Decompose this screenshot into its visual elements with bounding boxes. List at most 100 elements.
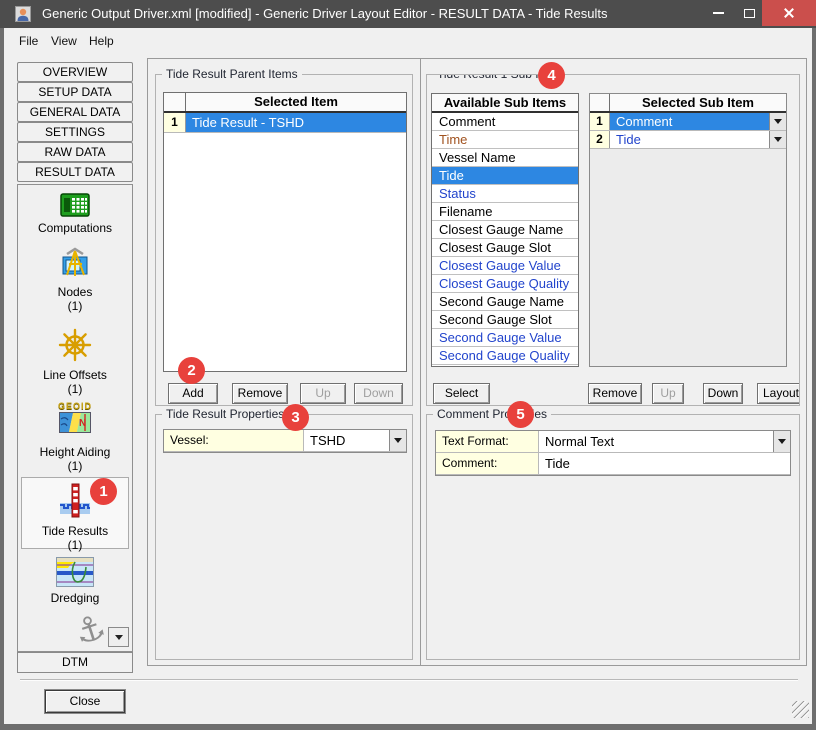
footer-divider [20,679,798,681]
group-parent-properties: Tide Result Properties Vessel: TSHD [155,414,413,660]
text-format-label: Text Format: [436,431,539,452]
available-item[interactable]: Vessel Name [432,149,578,167]
app-icon [15,6,31,22]
available-item[interactable]: Second Gauge Slot [432,311,578,329]
text-format-combobox[interactable]: Normal Text [539,431,790,452]
add-button[interactable]: Add [168,383,218,404]
comment-value: Tide [539,453,790,474]
close-window-button[interactable] [762,0,816,26]
available-item[interactable]: Second Gauge Name [432,293,578,311]
menu-bar: File View Help [4,28,812,54]
selected-item-header: Selected Item [186,93,406,111]
down-sub-button[interactable]: Down [703,383,743,404]
available-item[interactable]: Comment [432,113,578,131]
calculator-icon [60,193,90,217]
vessel-label: Vessel: [164,430,304,451]
menu-file[interactable]: File [14,32,43,50]
available-item[interactable]: Closest Gauge Slot [432,239,578,257]
sub-item-dropdown-button[interactable] [769,131,786,148]
nav-settings[interactable]: SETTINGS [17,122,133,142]
available-sub-items-header: Available Sub Items [432,94,578,113]
sidebar-item-count: (1) [18,382,132,396]
svg-text:N: N [79,418,86,429]
row-number-header [164,93,186,111]
available-item[interactable]: Filename [432,203,578,221]
property-row: Text Format: Normal Text [436,431,790,453]
annotation-circle-1: 1 [90,478,117,505]
menu-help[interactable]: Help [84,32,119,50]
available-item-selected[interactable]: Tide [432,167,578,185]
parent-properties-grid: Vessel: TSHD [163,429,407,453]
maximize-icon [744,9,755,18]
nav-overview[interactable]: OVERVIEW [17,62,133,82]
row-number: 2 [590,131,610,148]
nav-general-data[interactable]: GENERAL DATA [17,102,133,122]
layout-button[interactable]: Layout [757,383,800,404]
annotation-circle-5: 5 [507,401,534,428]
select-button[interactable]: Select [433,383,490,404]
sub-item-row[interactable]: 2 Tide [590,131,786,149]
sidebar-scroll-down-button[interactable] [108,627,129,647]
menu-view[interactable]: View [46,32,82,50]
available-item[interactable]: Status [432,185,578,203]
comment-field[interactable]: Tide [539,453,790,474]
sidebar-item-label: Computations [18,221,132,235]
sidebar-item-label: Line Offsets [18,368,132,382]
available-item[interactable]: Closest Gauge Value [432,257,578,275]
available-sub-items-list: Available Sub Items Comment Time Vessel … [431,93,579,367]
row-number: 1 [164,113,186,132]
nav-raw-data[interactable]: RAW DATA [17,142,133,162]
sub-item-value: Tide [610,131,769,148]
nav-result-data[interactable]: RESULT DATA [17,162,133,182]
maximize-button[interactable] [736,0,762,26]
resize-grip[interactable] [792,701,809,718]
available-item[interactable]: Second Gauge Value [432,329,578,347]
group-title: Tide Result Properties [162,407,288,421]
annotation-circle-3: 3 [282,404,309,431]
chevron-down-icon [774,137,782,146]
window-title: Generic Output Driver.xml [modified] - G… [42,0,607,28]
chevron-down-icon [394,438,402,447]
parent-items-table: Selected Item 1 Tide Result - TSHD [163,92,407,372]
result-data-category-list: Computations Nodes (1) Line [17,184,133,652]
vessel-combobox[interactable]: TSHD [304,430,406,451]
sidebar-item-count: (1) [18,299,132,313]
remove-sub-button[interactable]: Remove [588,383,642,404]
minimize-button[interactable] [700,0,736,26]
down-button[interactable]: Down [354,383,403,404]
close-icon [783,7,795,19]
row-number-header [590,94,610,111]
selected-sub-item-table: Selected Sub Item 1 Comment 2 Tide [589,93,787,367]
table-header-row: Selected Sub Item [590,94,786,113]
comment-properties-grid: Text Format: Normal Text Comment: Tide [435,430,791,476]
sub-item-dropdown-button[interactable] [769,113,786,130]
chevron-down-icon [774,119,782,128]
parent-item-value: Tide Result - TSHD [186,113,406,132]
group-comment-properties: Comment Properties Text Format: Normal T… [426,414,800,660]
sidebar-item-label: Dredging [18,591,132,605]
sidebar-item-dtm[interactable]: DTM [17,652,133,673]
remove-button[interactable]: Remove [232,383,288,404]
up-sub-button[interactable]: Up [652,383,684,404]
vessel-dropdown-button[interactable] [389,430,406,451]
available-item[interactable]: Closest Gauge Quality [432,275,578,293]
ship-wheel-icon [57,327,93,363]
up-button[interactable]: Up [300,383,346,404]
text-format-dropdown-button[interactable] [773,431,790,452]
sidebar-item-count: (1) [18,459,132,473]
title-bar: Generic Output Driver.xml [modified] - G… [0,0,816,28]
nav-setup-data[interactable]: SETUP DATA [17,82,133,102]
sub-item-row[interactable]: 1 Comment [590,113,786,131]
available-item[interactable]: Closest Gauge Name [432,221,578,239]
available-item[interactable]: Time [432,131,578,149]
table-row[interactable]: 1 Tide Result - TSHD [164,113,406,133]
vessel-value: TSHD [304,430,389,451]
table-header-row: Selected Item [164,93,406,113]
anchor-icon: ⚓ [70,609,109,651]
available-item[interactable]: Second Gauge Quality [432,347,578,365]
row-number: 1 [590,113,610,130]
geoid-map-icon: N [59,412,91,433]
selected-sub-item-header: Selected Sub Item [610,94,786,111]
close-button[interactable]: Close [45,690,125,713]
nodes-icon [58,247,92,281]
